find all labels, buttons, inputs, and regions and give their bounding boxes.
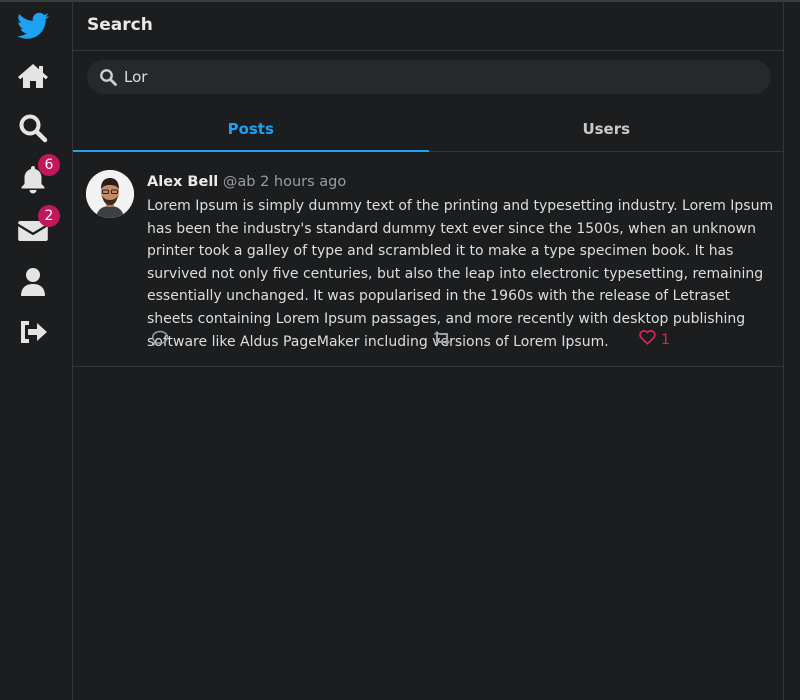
retweet-button[interactable] (432, 330, 452, 350)
bell-icon[interactable]: 6 (16, 154, 60, 196)
avatar[interactable] (86, 170, 134, 218)
post-header: Alex Bell @ab 2 hours ago (147, 174, 346, 190)
author-handle: @ab (222, 174, 256, 190)
like-button[interactable]: 1 (639, 330, 670, 349)
author-name[interactable]: Alex Bell (147, 174, 218, 190)
reply-button[interactable] (151, 330, 169, 350)
search-bar[interactable] (87, 60, 771, 94)
post-item[interactable]: Alex Bell @ab 2 hours ago Lorem Ipsum is… (73, 152, 784, 367)
tabs: Posts Users (73, 106, 784, 152)
notifications-badge: 6 (38, 154, 60, 176)
tab-posts[interactable]: Posts (73, 106, 429, 152)
sign-out-icon[interactable] (16, 315, 50, 349)
app-root: 6 2 Search Posts Users (0, 0, 800, 700)
tab-users[interactable]: Users (429, 106, 785, 151)
user-icon[interactable] (16, 265, 50, 299)
comment-icon (151, 330, 169, 350)
messages-badge: 2 (38, 205, 60, 227)
search-field-icon (99, 68, 117, 86)
envelope-icon[interactable]: 2 (16, 205, 60, 247)
twitter-bird-icon[interactable] (16, 9, 50, 43)
home-icon[interactable] (16, 59, 50, 93)
heart-icon (639, 330, 656, 349)
search-icon[interactable] (16, 111, 50, 145)
post-actions: 1 (151, 330, 751, 350)
main-panel: Search Posts Users (73, 0, 784, 700)
retweet-icon (432, 330, 452, 350)
like-count: 1 (661, 331, 670, 348)
sidebar: 6 2 (0, 0, 73, 700)
post-time: 2 hours ago (260, 174, 347, 190)
search-input[interactable] (124, 68, 724, 86)
page-title: Search (73, 0, 783, 51)
